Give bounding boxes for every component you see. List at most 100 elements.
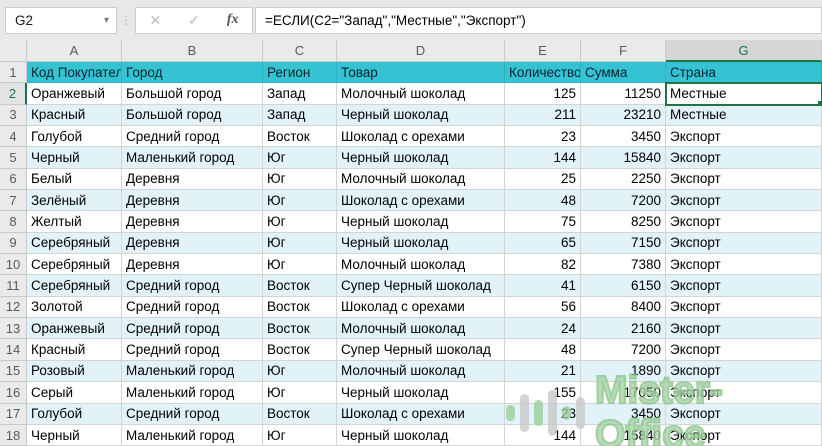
row-header-10[interactable]: 10	[0, 254, 27, 276]
cell-d15[interactable]: Молочный шоколад	[337, 360, 505, 383]
cell-b11[interactable]: Средний город	[122, 275, 263, 297]
header-cell[interactable]: Страна	[666, 62, 822, 84]
cell-e4[interactable]: 23	[505, 126, 581, 148]
cell-b10[interactable]: Деревня	[122, 254, 263, 276]
row-header-12[interactable]: 12	[0, 296, 27, 319]
cell-e15[interactable]: 21	[505, 360, 581, 383]
column-header-d[interactable]: D	[337, 40, 505, 62]
cell-g5[interactable]: Экспорт	[666, 147, 822, 169]
cell-c5[interactable]: Юг	[263, 147, 337, 169]
cell-b9[interactable]: Деревня	[122, 232, 263, 255]
cell-f17[interactable]: 3450	[581, 403, 666, 425]
cell-d10[interactable]: Молочный шоколад	[337, 254, 505, 276]
cell-f2[interactable]: 11250	[581, 83, 666, 105]
cell-c3[interactable]: Запад	[263, 104, 337, 127]
cell-f11[interactable]: 6150	[581, 275, 666, 297]
cell-a9[interactable]: Серебряный	[27, 232, 122, 255]
cell-f6[interactable]: 2250	[581, 168, 666, 191]
cell-d3[interactable]: Черный шоколад	[337, 104, 505, 127]
cell-g7[interactable]: Экспорт	[666, 190, 822, 212]
cell-b18[interactable]: Маленький город	[122, 424, 263, 446]
column-header-f[interactable]: F	[581, 40, 666, 62]
cell-d2[interactable]: Молочный шоколад	[337, 83, 505, 105]
cell-g12[interactable]: Экспорт	[666, 296, 822, 319]
cell-e16[interactable]: 155	[505, 382, 581, 404]
cell-d17[interactable]: Шоколад с орехами	[337, 403, 505, 425]
row-header-8[interactable]: 8	[0, 211, 27, 233]
cell-b6[interactable]: Деревня	[122, 168, 263, 191]
cell-e8[interactable]: 75	[505, 211, 581, 233]
cell-e6[interactable]: 25	[505, 168, 581, 191]
fill-handle[interactable]	[817, 99, 821, 104]
cell-d18[interactable]: Черный шоколад	[337, 424, 505, 446]
cell-b15[interactable]: Маленький город	[122, 360, 263, 383]
cell-b8[interactable]: Деревня	[122, 211, 263, 233]
cell-a5[interactable]: Черный	[27, 147, 122, 169]
cell-g14[interactable]: Экспорт	[666, 339, 822, 361]
cell-e7[interactable]: 48	[505, 190, 581, 212]
row-header-17[interactable]: 17	[0, 403, 27, 425]
header-cell[interactable]: Регион	[263, 62, 337, 84]
cell-e10[interactable]: 82	[505, 254, 581, 276]
cell-f13[interactable]: 2160	[581, 318, 666, 340]
cell-a7[interactable]: Зелёный	[27, 190, 122, 212]
row-header-9[interactable]: 9	[0, 232, 27, 255]
formula-bar-grip-icon[interactable]: ⋮	[117, 14, 135, 26]
header-cell[interactable]: Товар	[337, 62, 505, 84]
cell-d13[interactable]: Молочный шоколад	[337, 318, 505, 340]
cell-e5[interactable]: 144	[505, 147, 581, 169]
cell-e17[interactable]: 23	[505, 403, 581, 425]
cell-c9[interactable]: Юг	[263, 232, 337, 255]
column-header-b[interactable]: B	[122, 40, 263, 62]
cell-c13[interactable]: Восток	[263, 318, 337, 340]
column-header-c[interactable]: C	[263, 40, 337, 62]
cell-a8[interactable]: Желтый	[27, 211, 122, 233]
cell-c8[interactable]: Юг	[263, 211, 337, 233]
cell-d12[interactable]: Шоколад с орехами	[337, 296, 505, 319]
cell-e9[interactable]: 65	[505, 232, 581, 255]
name-box[interactable]: G2 ▾	[5, 6, 117, 34]
cell-b3[interactable]: Большой город	[122, 104, 263, 127]
cell-b4[interactable]: Средний город	[122, 126, 263, 148]
column-header-e[interactable]: E	[505, 40, 581, 62]
cell-f16[interactable]: 17050	[581, 382, 666, 404]
row-header-18[interactable]: 18	[0, 424, 27, 446]
header-cell[interactable]: Код Покупателя	[27, 62, 122, 84]
cell-reference[interactable]: G2	[6, 13, 104, 28]
cell-f5[interactable]: 15840	[581, 147, 666, 169]
cell-c18[interactable]: Юг	[263, 424, 337, 446]
cell-e3[interactable]: 211	[505, 104, 581, 127]
cell-b13[interactable]: Средний город	[122, 318, 263, 340]
cell-c6[interactable]: Юг	[263, 168, 337, 191]
cell-g3[interactable]: Местные	[666, 104, 822, 127]
cell-b12[interactable]: Средний город	[122, 296, 263, 319]
row-header-7[interactable]: 7	[0, 190, 27, 212]
cell-a12[interactable]: Золотой	[27, 296, 122, 319]
row-header-3[interactable]: 3	[0, 104, 27, 127]
cell-d4[interactable]: Шоколад с орехами	[337, 126, 505, 148]
cell-g2[interactable]: Местные	[665, 82, 822, 106]
cell-f18[interactable]: 15840	[581, 424, 666, 446]
row-header-2[interactable]: 2	[0, 83, 27, 105]
cell-a11[interactable]: Серебряный	[27, 275, 122, 297]
cell-c15[interactable]: Юг	[263, 360, 337, 383]
cell-g8[interactable]: Экспорт	[666, 211, 822, 233]
cancel-icon[interactable]: ✕	[149, 12, 161, 29]
cell-b17[interactable]: Средний город	[122, 403, 263, 425]
cell-f8[interactable]: 8250	[581, 211, 666, 233]
cell-d9[interactable]: Черный шоколад	[337, 232, 505, 255]
cell-f14[interactable]: 7200	[581, 339, 666, 361]
column-header-a[interactable]: A	[27, 40, 122, 62]
cell-g17[interactable]: Экспорт	[666, 403, 822, 425]
cell-g4[interactable]: Экспорт	[666, 126, 822, 148]
header-cell[interactable]: Сумма	[581, 62, 666, 84]
cell-e2[interactable]: 125	[505, 83, 581, 105]
select-all-corner[interactable]	[0, 40, 27, 62]
formula-bar[interactable]: =ЕСЛИ(C2="Запад","Местные","Экспорт")	[255, 6, 822, 34]
cell-e13[interactable]: 24	[505, 318, 581, 340]
cell-d7[interactable]: Шоколад с орехами	[337, 190, 505, 212]
cell-d11[interactable]: Супер Черный шоколад	[337, 275, 505, 297]
row-header-1[interactable]: 1	[0, 62, 27, 84]
cell-c10[interactable]: Юг	[263, 254, 337, 276]
formula-text[interactable]: =ЕСЛИ(C2="Запад","Местные","Экспорт")	[256, 13, 526, 28]
